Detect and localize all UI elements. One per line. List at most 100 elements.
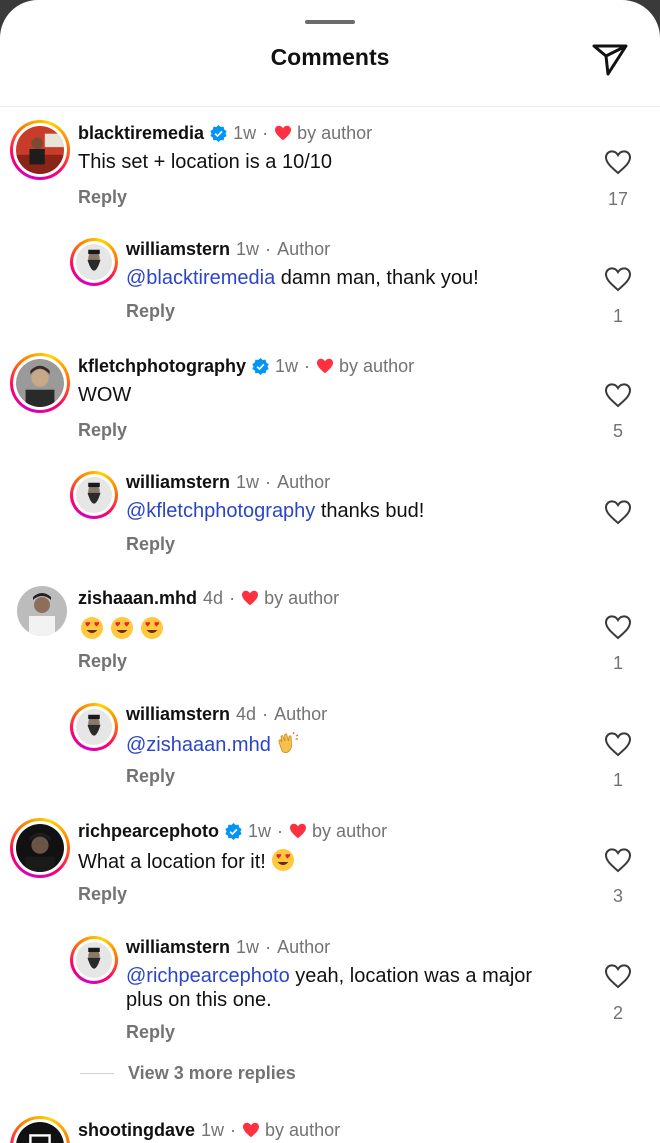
drag-handle[interactable] [305, 20, 355, 24]
like-count: 5 [612, 421, 623, 441]
avatar[interactable] [70, 238, 118, 286]
timestamp: 1w [275, 355, 299, 376]
avatar[interactable] [70, 703, 118, 751]
like-button[interactable] [604, 731, 632, 757]
page-title: Comments [270, 44, 390, 70]
timestamp: 1w [236, 936, 260, 957]
like-button[interactable] [604, 847, 632, 873]
comment-text: WOW [78, 384, 132, 406]
heart-eyes-emoji [271, 848, 295, 872]
avatar[interactable] [70, 936, 118, 984]
username[interactable]: zishaaan.mhd [78, 588, 197, 609]
verified-badge-icon [252, 357, 269, 375]
heart-outline-icon [604, 963, 632, 989]
like-count: 1 [612, 770, 623, 790]
reply-button[interactable]: Reply [126, 301, 175, 322]
like-button[interactable] [604, 499, 632, 525]
heart-outline-icon [604, 731, 632, 757]
timestamp: 1w [236, 238, 260, 259]
separator: · [229, 587, 236, 608]
author-badge: Author [277, 238, 331, 259]
timestamp: 1w [236, 471, 260, 492]
avatar[interactable] [10, 353, 70, 413]
timestamp: 1w [233, 122, 257, 143]
avatar[interactable] [10, 1116, 70, 1143]
separator: · [230, 1119, 237, 1140]
separator: · [262, 122, 269, 143]
avatar[interactable] [70, 471, 118, 519]
reply-button[interactable]: Reply [78, 420, 127, 441]
username[interactable]: williamstern [126, 239, 230, 260]
reply-button[interactable]: Reply [126, 1022, 175, 1043]
heart-filled-icon [242, 1122, 260, 1138]
timestamp: 1w [201, 1119, 225, 1140]
comment-text [80, 616, 170, 642]
author-badge: Author [274, 703, 328, 724]
heart-outline-icon [604, 614, 632, 640]
view-more-replies-button[interactable]: View 3 more replies [128, 1063, 296, 1084]
heart-filled-icon [316, 358, 334, 374]
mention-link[interactable]: @kfletchphotography [126, 500, 315, 522]
share-button[interactable] [590, 40, 630, 78]
avatar[interactable] [10, 120, 70, 180]
comments-sheet: Comments blacktiremedia 1w · by author T… [0, 0, 660, 1143]
heart-filled-icon [289, 823, 307, 839]
heart-eyes-emoji [110, 616, 134, 640]
comment-text: This set + location is a 10/10 [78, 151, 333, 173]
username[interactable]: williamstern [126, 704, 230, 725]
reply-button[interactable]: Reply [126, 766, 175, 787]
like-count: 2 [612, 1003, 623, 1023]
reply-button[interactable]: Reply [78, 884, 127, 905]
mention-link[interactable]: @richpearcephoto [126, 965, 290, 987]
liked-by-author-label: by author [297, 122, 373, 143]
like-button[interactable] [604, 963, 632, 989]
timestamp: 4d [236, 703, 257, 724]
heart-filled-icon [274, 125, 292, 141]
reply-button[interactable]: Reply [78, 187, 127, 208]
avatar[interactable] [14, 583, 70, 639]
like-count: 1 [612, 306, 623, 326]
username[interactable]: blacktiremedia [78, 123, 204, 144]
mention-link[interactable]: @zishaaan.mhd [126, 734, 271, 756]
heart-outline-icon [604, 149, 632, 175]
comment-text-line-2: plus on this one. [126, 989, 272, 1011]
like-count: 17 [607, 189, 629, 209]
view-more-replies: View 3 more replies [80, 1063, 296, 1084]
comment-text: @richpearcephoto yeah, location was a ma… [126, 965, 533, 987]
verified-badge-icon [225, 822, 242, 840]
heart-outline-icon [604, 382, 632, 408]
reply-button[interactable]: Reply [126, 534, 175, 555]
username[interactable]: richpearcephoto [78, 821, 219, 842]
heart-eyes-emoji [80, 616, 104, 640]
header-divider [0, 106, 660, 107]
reply-button[interactable]: Reply [78, 651, 127, 672]
liked-by-author-label: by author [265, 1119, 341, 1140]
heart-outline-icon [604, 499, 632, 525]
avatar[interactable] [10, 818, 70, 878]
comment-text: @blacktiremedia damn man, thank you! [126, 267, 479, 289]
username[interactable]: shootingdave [78, 1120, 195, 1141]
heart-outline-icon [604, 847, 632, 873]
heart-eyes-emoji [140, 616, 164, 640]
comment-text: What a location for it! [78, 848, 301, 874]
like-count: 3 [612, 886, 623, 906]
like-button[interactable] [604, 266, 632, 292]
author-badge: Author [277, 471, 331, 492]
like-button[interactable] [604, 382, 632, 408]
username[interactable]: williamstern [126, 937, 230, 958]
like-button[interactable] [604, 149, 632, 175]
like-count: 1 [612, 653, 623, 673]
like-button[interactable] [604, 614, 632, 640]
separator: · [265, 936, 272, 957]
mention-link[interactable]: @blacktiremedia [126, 267, 275, 289]
author-badge: Author [277, 936, 331, 957]
comment-text: @zishaaan.mhd [126, 731, 306, 757]
verified-badge-icon [210, 124, 227, 142]
username[interactable]: williamstern [126, 472, 230, 493]
username[interactable]: kfletchphotography [78, 356, 246, 377]
separator: · [277, 820, 284, 841]
timestamp: 1w [248, 820, 272, 841]
liked-by-author-label: by author [339, 355, 415, 376]
separator: · [262, 703, 269, 724]
liked-by-author-label: by author [264, 587, 340, 608]
